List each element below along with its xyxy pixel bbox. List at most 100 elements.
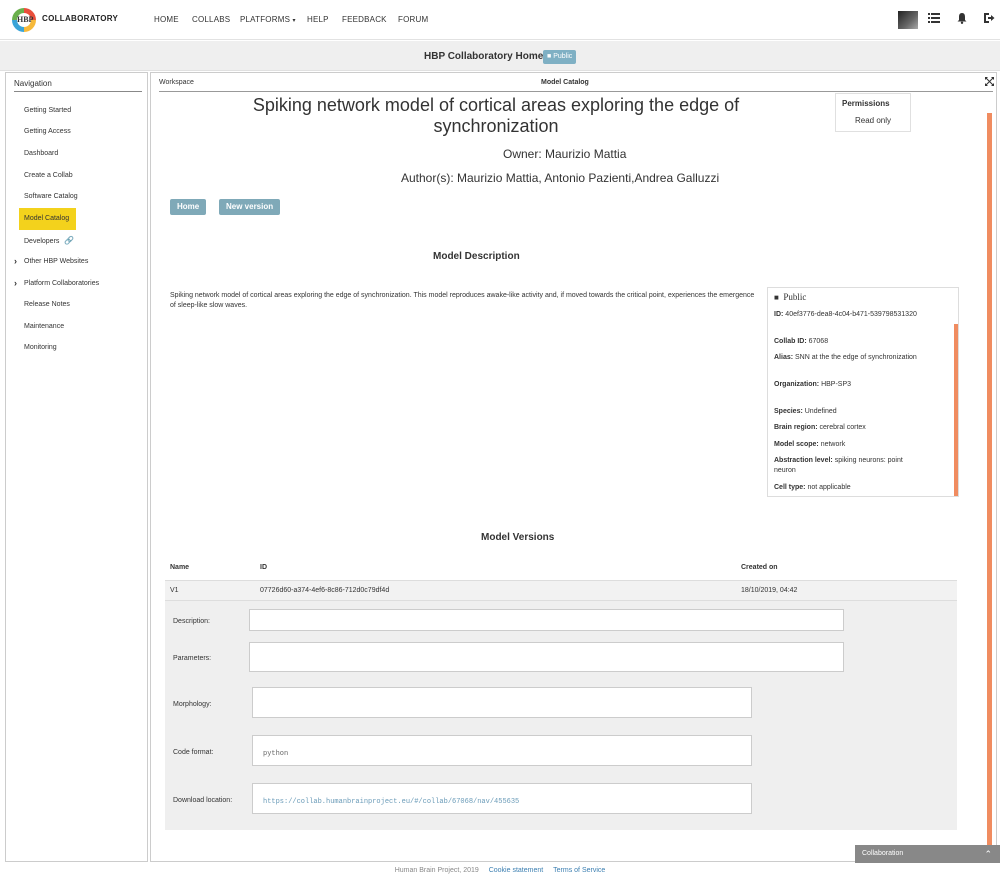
workspace-panel: Workspace Model Catalog Spiking network … xyxy=(150,72,997,862)
nav-platforms-label: PLATFORMS xyxy=(240,15,291,24)
visibility: ■ Public xyxy=(774,292,806,302)
info-scrollbar[interactable] xyxy=(954,324,958,496)
user-avatar[interactable] xyxy=(898,11,918,29)
top-navbar: HBP COLLABORATORY HOME COLLABS PLATFORMS… xyxy=(0,0,1000,40)
morphology-field[interactable] xyxy=(252,687,752,718)
book-icon: ■ xyxy=(547,53,552,60)
info-alias-label: Alias: xyxy=(774,354,794,361)
public-badge: ■ Public xyxy=(543,50,577,64)
divider xyxy=(14,91,142,92)
info-collab-id: Collab ID: 67068 xyxy=(774,337,924,347)
nav-item-platform-collaboratories[interactable]: Platform Collaboratories xyxy=(24,280,99,287)
nav-item-release-notes[interactable]: Release Notes xyxy=(24,301,70,308)
download-location-label: Download location: xyxy=(173,797,233,804)
nav-item-developers-label: Developers xyxy=(24,238,60,245)
chevron-up-icon[interactable]: ⌃ xyxy=(984,845,992,863)
workspace-label: Workspace xyxy=(159,79,194,86)
column-header-created: Created on xyxy=(741,564,778,571)
info-collab-value: 67068 xyxy=(808,338,829,345)
nav-platforms[interactable]: PLATFORMS ▾ xyxy=(240,15,296,24)
model-description-text: Spiking network model of cortical areas … xyxy=(170,292,755,309)
info-cell-type: Cell type: not applicable xyxy=(774,483,924,493)
nav-item-maintenance[interactable]: Maintenance xyxy=(24,323,64,330)
info-alias: Alias: SNN at the the edge of synchroniz… xyxy=(774,353,924,363)
table-row[interactable]: V1 07726d60-a374-4ef6-8c86-712d0c79df4d … xyxy=(165,580,957,601)
nav-forum[interactable]: FORUM xyxy=(398,15,428,24)
nav-item-other-hbp-websites[interactable]: Other HBP Websites xyxy=(24,258,88,265)
info-id-value: 40ef3776-dea8-4c04-b471-539798531320 xyxy=(785,311,917,318)
nav-item-create-collab[interactable]: Create a Collab xyxy=(24,172,73,179)
code-format-label: Code format: xyxy=(173,749,214,756)
chevron-right-icon[interactable]: › xyxy=(14,278,17,288)
brand-name[interactable]: COLLABORATORY xyxy=(42,14,118,23)
nav-collabs[interactable]: COLLABS xyxy=(192,15,230,24)
info-id-label: ID: xyxy=(774,311,784,318)
new-version-button[interactable]: New version xyxy=(219,199,281,215)
version-created: 18/10/2019, 04:42 xyxy=(741,587,798,594)
book-icon: ■ xyxy=(774,293,779,302)
info-model-scope: Model scope: network xyxy=(774,440,924,450)
download-location-field[interactable]: https://collab.humanbrainproject.eu/#/co… xyxy=(252,783,752,814)
nav-help[interactable]: HELP xyxy=(307,15,329,24)
nav-item-getting-started[interactable]: Getting Started xyxy=(24,107,71,114)
workspace-title: Model Catalog xyxy=(541,79,589,86)
nav-feedback[interactable]: FEEDBACK xyxy=(342,15,387,24)
link-icon: 🔗 xyxy=(64,236,75,245)
model-info-box: ■ Public ID: 40ef3776-dea8-4c04-b471-539… xyxy=(767,287,959,497)
code-format-value: python xyxy=(263,750,289,758)
model-description-heading: Model Description xyxy=(433,251,520,262)
permissions-box: Permissions Read only xyxy=(835,93,911,132)
model-versions-heading: Model Versions xyxy=(481,532,555,543)
download-location-link[interactable]: https://collab.humanbrainproject.eu/#/co… xyxy=(263,798,519,806)
hbp-logo[interactable]: HBP xyxy=(12,8,36,32)
info-scope-value: network xyxy=(820,441,846,448)
nav-item-monitoring[interactable]: Monitoring xyxy=(24,344,57,351)
nav-item-software-catalog[interactable]: Software Catalog xyxy=(24,193,78,200)
info-collab-label: Collab ID: xyxy=(774,338,807,345)
caret-down-icon: ▾ xyxy=(292,18,296,24)
chevron-right-icon[interactable]: › xyxy=(14,256,17,266)
home-button[interactable]: Home xyxy=(170,199,207,215)
info-org-label: Organization: xyxy=(774,381,820,388)
navigation-title: Navigation xyxy=(14,79,52,88)
info-scope-label: Model scope: xyxy=(774,441,819,448)
code-format-field[interactable]: python xyxy=(252,735,752,766)
nav-item-dashboard[interactable]: Dashboard xyxy=(24,150,58,157)
model-authors: Author(s): Maurizio Mattia, Antonio Pazi… xyxy=(401,171,720,185)
logout-icon[interactable] xyxy=(983,12,995,26)
column-header-id: ID xyxy=(260,564,267,571)
model-title: Spiking network model of cortical areas … xyxy=(252,95,740,136)
version-name: V1 xyxy=(170,587,179,594)
main-scrollbar[interactable] xyxy=(987,113,992,848)
terms-of-service-link[interactable]: Terms of Service xyxy=(553,867,605,874)
info-abstraction-level: Abstraction level: spiking neurons: poin… xyxy=(774,456,924,476)
version-detail: Description: Parameters: Morphology: Cod… xyxy=(165,601,957,830)
info-species: Species: Undefined xyxy=(774,407,924,417)
divider xyxy=(159,91,993,92)
collab-title: HBP Collaboratory Home xyxy=(424,51,544,62)
nav-item-getting-access[interactable]: Getting Access xyxy=(24,128,71,135)
nav-item-model-catalog[interactable]: Model Catalog xyxy=(24,215,69,222)
parameters-field[interactable] xyxy=(249,642,844,672)
collab-header: HBP Collaboratory Home ■ Public xyxy=(0,41,1000,71)
column-header-name: Name xyxy=(170,564,190,571)
bell-icon[interactable] xyxy=(956,12,968,26)
info-cell-label: Cell type: xyxy=(774,484,806,491)
public-badge-label: Public xyxy=(553,53,573,60)
nav-item-developers[interactable]: Developers 🔗 xyxy=(24,236,74,245)
info-cell-value: not applicable xyxy=(807,484,851,491)
list-icon[interactable] xyxy=(928,12,940,26)
logo-text: HBP xyxy=(17,13,33,27)
expand-icon[interactable] xyxy=(985,77,994,89)
collaboration-label: Collaboration xyxy=(862,850,904,857)
nav-home[interactable]: HOME xyxy=(154,15,179,24)
footer-copyright: Human Brain Project, 2019 xyxy=(394,867,479,874)
description-label: Description: xyxy=(173,618,210,625)
cookie-statement-link[interactable]: Cookie statement xyxy=(489,867,543,874)
parameters-label: Parameters: xyxy=(173,655,212,662)
info-alias-value: SNN at the the edge of synchronization xyxy=(795,354,917,361)
description-field[interactable] xyxy=(249,609,844,631)
model-owner: Owner: Maurizio Mattia xyxy=(503,147,627,161)
morphology-label: Morphology: xyxy=(173,701,212,708)
collaboration-bar[interactable]: Collaboration ⌃ xyxy=(855,845,1000,863)
